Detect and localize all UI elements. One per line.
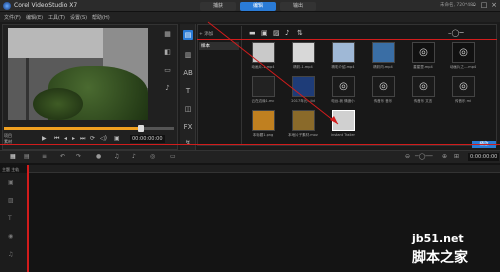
thumbnail-image	[372, 42, 395, 63]
timeline-view-icon[interactable]: ▤	[24, 153, 30, 160]
library-category-strip: ▤ ▥ AB T ◫ FX ↯	[180, 24, 196, 150]
mixer-icon[interactable]: ♫	[114, 153, 119, 160]
zoom-slider[interactable]: –◯─	[448, 29, 464, 37]
watermark-name: 脚本之家	[412, 250, 468, 266]
play-icon[interactable]: ▶	[42, 135, 47, 142]
auto-music-icon[interactable]: ♪	[132, 153, 136, 160]
overlay-track-icon[interactable]: ▨	[8, 197, 18, 204]
subtitle-icon[interactable]: ◧	[162, 48, 173, 60]
title-track-icon[interactable]: T	[8, 215, 18, 222]
menu-tools[interactable]: 工具(T)	[48, 14, 65, 21]
start-icon[interactable]: ⏮	[54, 135, 59, 143]
thumbnail-label: 本地片子素材.mov	[288, 133, 318, 137]
audio-disc-icon: ◎	[419, 47, 428, 58]
timeline-toolbar: ▦ ▤ ≡ ↶ ↷ ● ♫ ♪ ◎ ▭ ⊖ ─◯── ⊕ ⊞	[0, 151, 500, 163]
undo-icon[interactable]: ↶	[60, 153, 65, 160]
thumbnail-label: 传音乐 mi	[455, 99, 471, 103]
audio-disc-icon: ◎	[419, 81, 428, 92]
fit-icon[interactable]: ⊞	[454, 153, 459, 160]
track-label: 主题 主轨	[2, 167, 20, 172]
filter-icon[interactable]: FX	[183, 122, 193, 132]
volume-icon[interactable]: ◁)	[100, 135, 107, 142]
instant-project-icon[interactable]: ▥	[183, 50, 193, 60]
scrub-progress	[4, 127, 141, 130]
video-track-icon[interactable]: ▣	[8, 179, 18, 186]
annotation-line-bottom	[0, 144, 500, 145]
audio-icon[interactable]: ♪	[162, 84, 173, 96]
app-logo-icon	[3, 2, 11, 10]
thumbnail-label: 传音乐 音乐	[373, 99, 393, 103]
graphic-icon[interactable]: ◫	[183, 104, 193, 114]
close-button[interactable]: ×	[490, 1, 498, 10]
timeline-playhead[interactable]	[27, 165, 29, 272]
app-title: Corel VideoStudio X7	[14, 2, 78, 9]
hd-icon[interactable]: ▣	[114, 135, 120, 142]
motion-icon[interactable]: ◎	[150, 153, 155, 160]
repeat-icon[interactable]: ⟳	[90, 135, 95, 142]
tab-edit[interactable]: 编辑	[240, 2, 276, 11]
title-icon[interactable]: T	[183, 86, 193, 96]
player-timecode[interactable]: 00:00:00:00	[130, 135, 165, 143]
timeline-ruler[interactable]	[28, 165, 500, 173]
zoom-out-icon[interactable]: ⊖	[405, 153, 410, 160]
thumbnail-label: 本标题1.png	[252, 133, 274, 137]
thumbnail-label: instant Trailer	[331, 133, 355, 137]
menu-file[interactable]: 文件(F)	[4, 14, 21, 21]
scrub-handle[interactable]	[138, 125, 144, 132]
thumbnail-image: ◎	[372, 76, 395, 97]
track-headers: 主题 主轨 ▣ ▨ T ◉ ♫	[0, 167, 28, 272]
preview-video	[8, 28, 148, 120]
thumbnail-image: ◎	[412, 42, 435, 63]
annotation-arrow	[207, 21, 339, 125]
prev-frame-icon[interactable]: ◂	[64, 135, 67, 142]
thumbnail-label: 传音乐 文言	[413, 99, 433, 103]
video-pole	[26, 58, 29, 120]
menu-settings[interactable]: 设置(S)	[70, 14, 87, 21]
audio-disc-icon: ◎	[459, 47, 468, 58]
watermark-url: jb51.net	[412, 232, 464, 245]
thumbnail-image: ◎	[452, 42, 475, 63]
music-track-icon[interactable]: ♫	[8, 251, 18, 258]
audio-disc-icon: ◎	[459, 81, 468, 92]
transition-icon[interactable]: AB	[183, 68, 193, 78]
path-icon[interactable]: ↯	[183, 138, 193, 148]
tab-share[interactable]: 输出	[280, 2, 316, 11]
storyboard-icon[interactable]: ▦	[10, 153, 16, 160]
tab-capture[interactable]: 捕获	[200, 2, 236, 11]
zoom-slider-icon[interactable]: ─◯──	[415, 153, 433, 160]
media-icon[interactable]: ▤	[183, 30, 193, 40]
menu-help[interactable]: 帮助(H)	[92, 14, 110, 21]
video-bush	[33, 88, 83, 120]
thumbnail-label: 星星里.mp4	[413, 65, 433, 69]
timeline-timecode[interactable]: 0:00:00:00	[468, 153, 500, 161]
track-manager-icon[interactable]: ≡	[42, 153, 47, 160]
voice-track-icon[interactable]: ◉	[8, 233, 18, 240]
zoom-in-icon[interactable]: ⊕	[442, 153, 447, 160]
menu-edit[interactable]: 编辑(E)	[26, 14, 43, 21]
thumbnail-label: 动画片之....mp4	[449, 65, 477, 69]
audio-disc-icon: ◎	[379, 81, 388, 92]
thumbnail-label: 精彩内.mp4	[373, 65, 393, 69]
next-frame-icon[interactable]: ▸	[72, 135, 75, 142]
record-icon[interactable]: ●	[96, 153, 101, 160]
redo-icon[interactable]: ↷	[76, 153, 81, 160]
grid-icon[interactable]: ▦	[162, 30, 173, 42]
subtitle-editor-icon[interactable]: ▭	[170, 153, 176, 160]
aspect-icon[interactable]: ▭	[162, 66, 173, 78]
thumbnail-image: ◎	[412, 76, 435, 97]
end-icon[interactable]: ⏭	[80, 135, 85, 143]
thumbnail-image: ◎	[452, 76, 475, 97]
maximize-button[interactable]: □	[480, 1, 488, 10]
project-info: 未命名, 720*480	[440, 3, 476, 8]
